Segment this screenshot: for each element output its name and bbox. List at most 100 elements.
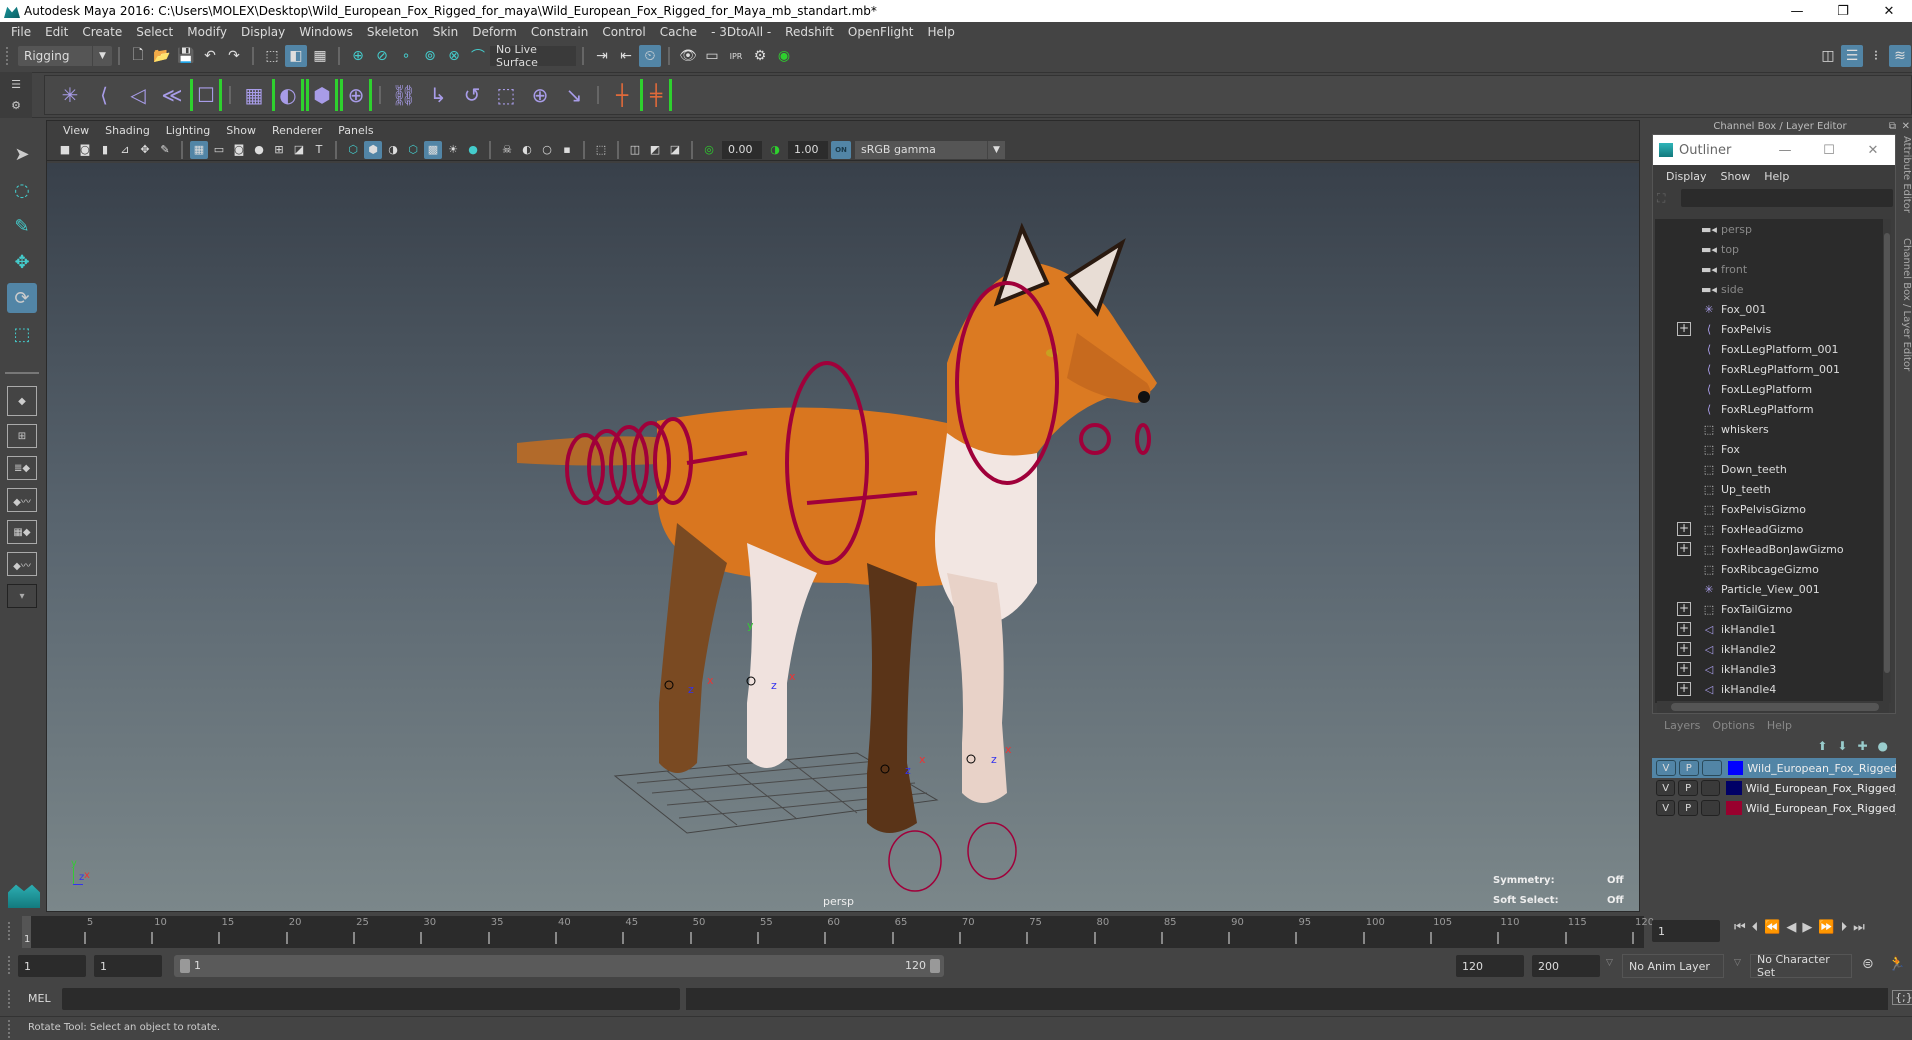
drag-handle[interactable] xyxy=(8,956,14,974)
grease-pencil-icon[interactable]: ✎ xyxy=(156,141,174,159)
layer-menu-item-2[interactable]: Help xyxy=(1767,719,1792,732)
wireframe-on-shaded-icon[interactable]: ⬡ xyxy=(404,141,422,159)
rotate-tool-icon[interactable]: ⟳ xyxy=(7,283,37,313)
mel-command-input[interactable] xyxy=(62,988,680,1010)
mel-language-toggle[interactable]: MEL xyxy=(28,992,51,1005)
isolate-select-icon[interactable]: ⬚ xyxy=(592,141,610,159)
outliner-item[interactable]: ⟨ FoxLLegPlatform xyxy=(1655,379,1891,399)
menu-item-9[interactable]: Deform xyxy=(472,25,517,39)
minimize-button[interactable]: — xyxy=(1774,0,1820,22)
layer-menu-item-1[interactable]: Options xyxy=(1712,719,1754,732)
move-tool-icon[interactable]: ✥ xyxy=(7,247,37,277)
menu-item-6[interactable]: Windows xyxy=(299,25,353,39)
outliner-item[interactable]: ⬚ FoxPelvisGizmo xyxy=(1655,499,1891,519)
chevron-down-icon[interactable]: ▽ xyxy=(1734,958,1741,968)
bookmark-icon[interactable]: ▮ xyxy=(96,141,114,159)
image-plane-icon[interactable]: ⊿ xyxy=(116,141,134,159)
shelf-settings-icon[interactable]: ⚙ xyxy=(11,99,21,112)
hypershade-icon[interactable]: ◉ xyxy=(773,45,795,67)
smooth-shade-icon[interactable]: ⬢ xyxy=(364,140,382,159)
scale-constraint-icon[interactable]: ⬚ xyxy=(490,79,522,111)
parent-constraint-icon[interactable]: ⛓ xyxy=(388,79,420,111)
outliner-horizontal-scrollbar[interactable] xyxy=(1657,701,1889,713)
display-type-toggle[interactable] xyxy=(1701,760,1722,776)
range-slider-bar[interactable]: 1 120 xyxy=(174,955,944,977)
smooth-bind-icon[interactable]: ◐ xyxy=(272,79,304,111)
menuset-dropdown[interactable]: Rigging ▼ xyxy=(18,46,112,66)
menu-item-10[interactable]: Constrain xyxy=(531,25,589,39)
exposure-icon[interactable]: ◎ xyxy=(700,141,718,159)
exposure-field[interactable]: 0.00 xyxy=(722,140,762,159)
ik-spline-icon[interactable]: ≪ xyxy=(156,79,188,111)
motion-blur-icon[interactable]: ◐ xyxy=(518,141,536,159)
quick-rig-icon[interactable]: ☐ xyxy=(190,79,222,111)
gamma-field[interactable]: 1.00 xyxy=(788,140,828,159)
viewport-menu-item-0[interactable]: View xyxy=(63,124,89,137)
field-chart-icon[interactable]: ⊞ xyxy=(270,141,288,159)
time-slider-bar[interactable]: 1 5 10 15 20 25 30 35 40 45 50 55 60 65 70 75 80 85 90 95 1… xyxy=(22,916,1654,948)
scrollbar-thumb[interactable] xyxy=(1671,703,1879,711)
construction-history-icon[interactable]: ⏲ xyxy=(639,45,661,67)
orient-constraint-icon[interactable]: ↺ xyxy=(456,79,488,111)
viewport-menu-item-3[interactable]: Show xyxy=(226,124,256,137)
expand-icon[interactable]: + xyxy=(1677,542,1691,556)
persp-graph-layout-icon[interactable]: ◆〰 xyxy=(7,488,37,512)
playback-toggle[interactable]: P xyxy=(1678,760,1699,776)
layer-editor-toggle-icon[interactable]: ≋ xyxy=(1889,45,1911,67)
menu-item-5[interactable]: Display xyxy=(241,25,285,39)
play-backwards-icon[interactable]: ◀ xyxy=(1786,920,1796,935)
character-set-dropdown[interactable]: No Character Set xyxy=(1750,953,1852,979)
gamma-icon[interactable]: ◑ xyxy=(766,141,784,159)
tool-settings-icon[interactable]: ⁝ xyxy=(1865,45,1887,67)
menu-item-8[interactable]: Skin xyxy=(433,25,459,39)
outliner-item[interactable]: ⟨ FoxRLegPlatform xyxy=(1655,399,1891,419)
new-layer-from-selected-icon[interactable]: ● xyxy=(1878,739,1888,753)
script-editor-icon[interactable]: {;} xyxy=(1892,990,1912,1005)
outliner-item[interactable]: ⬚ Fox xyxy=(1655,439,1891,459)
restore-button[interactable]: ❐ xyxy=(1820,0,1866,22)
redo-icon[interactable]: ↷ xyxy=(223,45,245,67)
layer-color-swatch[interactable] xyxy=(1726,801,1742,815)
step-forward-key-icon[interactable]: ⏩ xyxy=(1818,920,1834,935)
persp-outliner-layout-icon[interactable]: ≣◆ xyxy=(7,456,37,480)
connection-editor-icon[interactable]: ╪ xyxy=(640,79,672,111)
snap-live-icon[interactable]: ⌒ xyxy=(467,45,489,67)
range-end-handle[interactable] xyxy=(930,959,940,973)
outliner-item[interactable]: + ⬚ FoxTailGizmo xyxy=(1655,599,1891,619)
point-constraint-icon[interactable]: ↳ xyxy=(422,79,454,111)
single-perspective-layout-icon[interactable]: ◆ xyxy=(7,386,37,416)
lattice-icon[interactable]: ⬢ xyxy=(306,79,338,111)
color-management-toggle[interactable]: ON xyxy=(831,140,851,159)
channel-box-tab[interactable]: Channel Box / Layer Editor xyxy=(1900,238,1912,418)
visibility-toggle[interactable]: V xyxy=(1656,760,1676,776)
display-layer-row[interactable]: V P Wild_European_Fox_Rigged xyxy=(1652,758,1896,778)
outliner-item[interactable]: ✳ Particle_View_001 xyxy=(1655,579,1891,599)
outliner-maximize-button[interactable]: ☐ xyxy=(1807,143,1851,158)
outliner-menu-item-1[interactable]: Show xyxy=(1721,170,1751,183)
select-object-icon[interactable]: ◧ xyxy=(285,45,307,67)
expand-icon[interactable]: + xyxy=(1677,642,1691,656)
cluster-icon[interactable]: ⊕ xyxy=(340,79,372,111)
new-scene-icon[interactable]: 🗋 xyxy=(127,45,149,67)
outliner-item[interactable]: ⬚ Down_teeth xyxy=(1655,459,1891,479)
create-locator-icon[interactable]: ✳ xyxy=(54,79,86,111)
move-layer-up-icon[interactable]: ⬆ xyxy=(1817,739,1827,753)
screen-space-ao-icon[interactable]: ☠ xyxy=(498,141,516,159)
channel-box-toggle-icon[interactable]: ☰ xyxy=(1841,45,1863,67)
safe-title-icon[interactable]: T xyxy=(310,141,328,159)
outliner-menu-item-2[interactable]: Help xyxy=(1764,170,1789,183)
shadows-icon[interactable]: ● xyxy=(464,141,482,159)
display-type-toggle[interactable] xyxy=(1700,800,1721,816)
menu-item-11[interactable]: Control xyxy=(602,25,645,39)
go-to-end-icon[interactable]: ⏭ xyxy=(1853,920,1865,935)
wireframe-icon[interactable]: ⬡ xyxy=(344,141,362,159)
viewport-menu-item-5[interactable]: Panels xyxy=(338,124,373,137)
use-default-material-icon[interactable]: ◑ xyxy=(384,141,402,159)
expand-icon[interactable]: + xyxy=(1677,322,1691,336)
viewport-menu-item-2[interactable]: Lighting xyxy=(166,124,210,137)
menu-item-12[interactable]: Cache xyxy=(660,25,697,39)
menu-item-0[interactable]: File xyxy=(11,25,31,39)
undo-icon[interactable]: ↶ xyxy=(199,45,221,67)
playback-start-field[interactable]: 1 xyxy=(94,955,162,977)
film-gate-icon[interactable]: ▭ xyxy=(210,141,228,159)
